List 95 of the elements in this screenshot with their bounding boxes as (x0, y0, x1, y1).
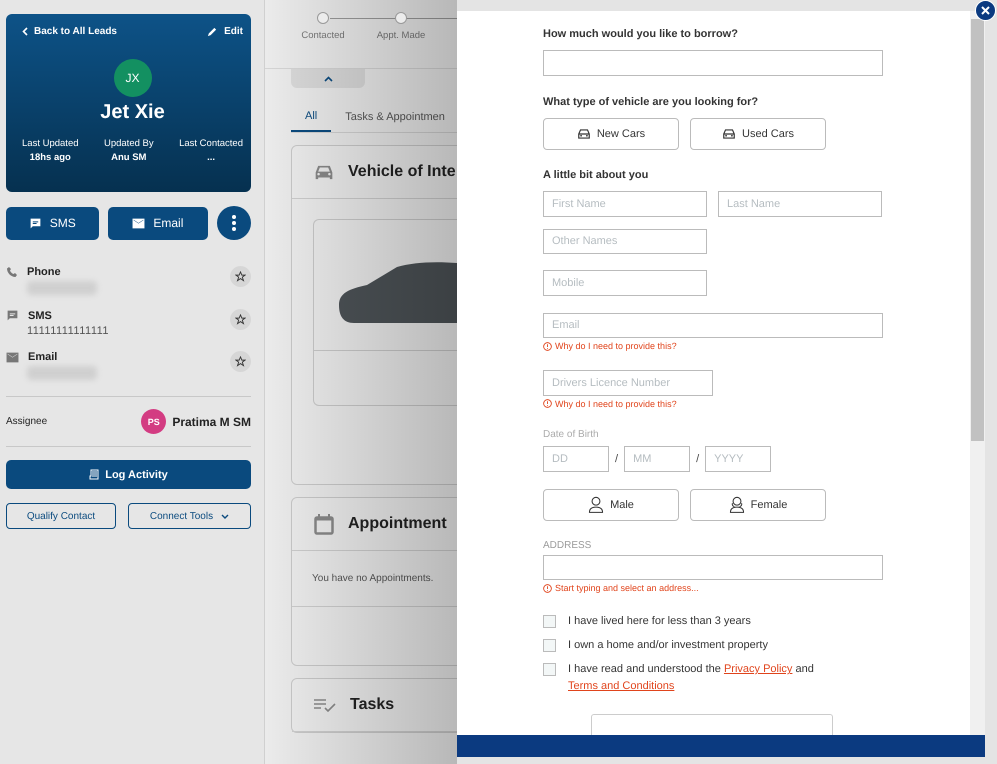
log-activity-button[interactable]: Log Activity (6, 460, 251, 489)
close-icon (981, 6, 990, 15)
avatar: JX (114, 59, 152, 97)
email-field[interactable]: Email (543, 312, 883, 338)
stat-label: Last Updated (22, 138, 79, 149)
checkbox[interactable] (543, 615, 556, 628)
address-field[interactable] (543, 554, 883, 580)
policy-link[interactable]: Terms and Conditions (568, 680, 674, 692)
vehicle-option-button[interactable]: New Cars (543, 118, 679, 150)
star-button[interactable] (230, 309, 251, 330)
star-icon (235, 314, 246, 325)
question-label: How much would you like to borrow? (543, 28, 739, 40)
info-icon (543, 399, 552, 408)
field-label: Date of Birth (543, 428, 600, 440)
more-button[interactable] (217, 206, 251, 240)
checkbox[interactable] (543, 639, 556, 652)
contact-value: 11111111111111 (26, 325, 110, 337)
stat-label: Updated By (104, 138, 154, 149)
man-icon (588, 496, 604, 514)
stat-value: 18hs ago (28, 152, 72, 163)
car-icon (576, 128, 591, 140)
checkbox[interactable] (543, 663, 556, 676)
gender-option-button[interactable]: Male (543, 488, 679, 521)
car-icon (722, 128, 736, 140)
star-button[interactable] (230, 351, 251, 372)
stat-label: Last Contacted (179, 138, 243, 149)
lead-name: Jet Xie (100, 101, 165, 124)
card-title: Tasks (350, 696, 394, 714)
message-icon (6, 309, 19, 322)
licence-number-field[interactable]: Drivers Licence Number (543, 370, 713, 396)
checklist-icon (314, 698, 336, 712)
date-part-field[interactable]: MM (624, 446, 690, 472)
back-link[interactable]: Back to All Leads (22, 26, 117, 37)
stat-value: ... (206, 152, 216, 163)
calendar-icon (314, 514, 334, 534)
message-icon (28, 216, 42, 230)
info-icon (543, 584, 552, 593)
assignee-name: Pratima M SM (172, 414, 251, 428)
phone-icon (6, 266, 18, 278)
question-label: What type of vehicle are you looking for? (543, 96, 760, 108)
last-name-field[interactable]: Last Name (718, 190, 882, 217)
card-title: Vehicle of Inte (348, 163, 456, 181)
date-separator: / (696, 452, 700, 465)
mail-icon (132, 218, 146, 228)
hint-text: Why do I need to provide this? (555, 398, 677, 409)
email-button[interactable]: Email (108, 206, 208, 240)
empty-message: You have no Appointments. (312, 573, 434, 584)
scrollbar[interactable] (970, 11, 985, 735)
pencil-icon (207, 26, 218, 37)
woman-icon (728, 496, 745, 514)
date-part-field[interactable]: YYYY (705, 446, 772, 472)
step-label: Contacted (301, 30, 345, 41)
mail-icon (6, 352, 19, 362)
sms-button[interactable]: SMS (6, 206, 99, 240)
connect-tools-button[interactable]: Connect Tools (128, 503, 251, 529)
document-icon (89, 469, 100, 480)
hint-text: Why do I need to provide this? (555, 341, 677, 352)
car-icon (314, 164, 334, 180)
other-names-field[interactable]: Other Names (543, 228, 707, 254)
hint-text: Start typing and select an address... (555, 583, 699, 594)
contact-label: SMS (28, 310, 52, 322)
edit-link[interactable]: Edit (207, 26, 243, 37)
checkbox-label: I have lived here for less than 3 years (568, 614, 752, 630)
star-icon (235, 356, 246, 367)
policy-link[interactable]: Privacy Policy (724, 663, 792, 676)
chevron-up-icon (324, 76, 332, 82)
borrow-amount-field[interactable] (543, 50, 883, 76)
stat-value: Anu SM (110, 152, 148, 163)
contact-label: Phone (27, 266, 61, 278)
chevron-left-icon (22, 27, 28, 36)
collapse-button[interactable] (291, 69, 365, 88)
checkbox-label: I have read and understood the Privacy Policy and Terms and Conditions (568, 662, 815, 694)
info-icon (543, 342, 552, 351)
tab[interactable]: Tasks & Appointmen (331, 101, 457, 132)
field-label: ADDRESS (543, 540, 592, 551)
checkbox-label: I own a home and/or investment property (568, 638, 769, 654)
vehicle-option-button[interactable]: Used Cars (690, 118, 826, 150)
date-part-field[interactable]: DD (543, 446, 609, 472)
close-button[interactable] (975, 0, 996, 21)
chevron-down-icon (221, 514, 230, 518)
contact-label: Email (28, 351, 58, 363)
avatar: PS (141, 409, 166, 434)
gender-option-button[interactable]: Female (690, 488, 826, 521)
tab[interactable]: All (291, 101, 332, 132)
more-icon (232, 215, 236, 231)
mobile-field[interactable]: Mobile (543, 270, 707, 296)
section-heading: A little bit about you (543, 168, 650, 181)
assignee-label: Assignee (6, 416, 48, 427)
qualify-contact-button[interactable]: Qualify Contact (6, 503, 116, 529)
step-label: Appt. Made (376, 30, 426, 41)
star-icon (235, 271, 246, 282)
card-title: Appointment (348, 515, 447, 533)
first-name-field[interactable]: First Name (543, 190, 707, 217)
star-button[interactable] (230, 266, 251, 287)
date-separator: / (615, 452, 618, 465)
